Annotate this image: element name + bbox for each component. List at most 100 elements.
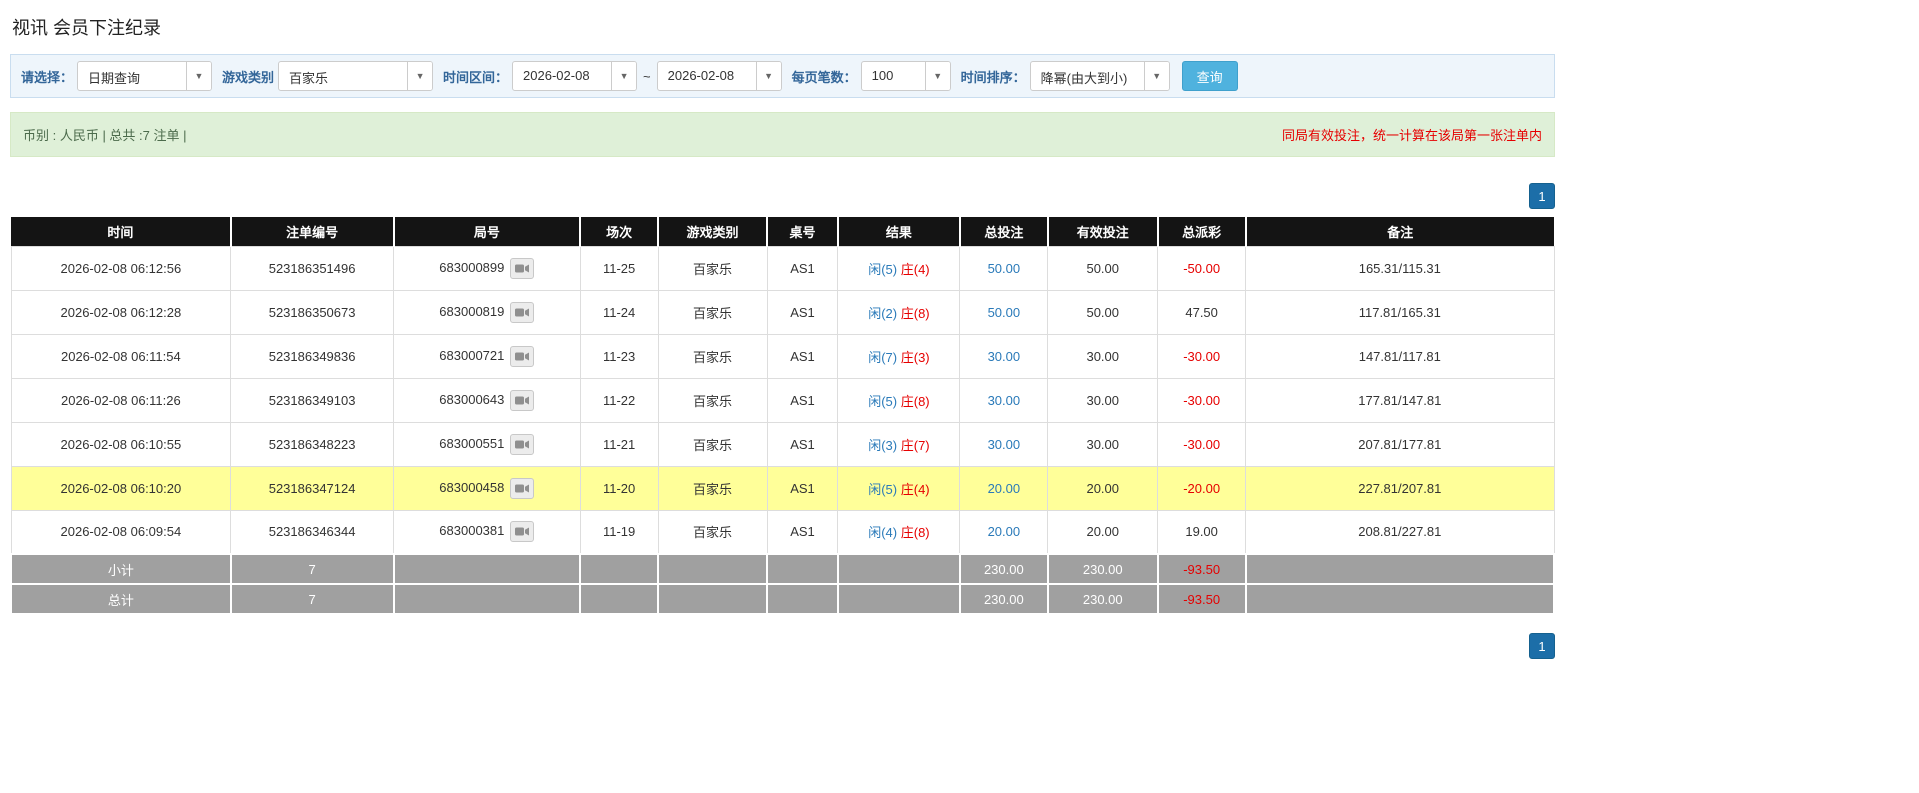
summary-bar: 币别 : 人民币 | 总共 :7 注单 | 同局有效投注，统一计算在该局第一张注… — [10, 112, 1555, 157]
video-replay-button[interactable] — [510, 521, 534, 542]
video-camera-icon — [515, 439, 529, 450]
summary-empty — [580, 584, 658, 614]
cell-bet-id: 523186349836 — [231, 334, 394, 378]
header-result: 结果 — [838, 217, 960, 246]
date-from-select[interactable]: 2026-02-08 ▼ — [512, 61, 637, 91]
summary-total-bet: 230.00 — [960, 554, 1048, 584]
cell-result: 闲(5) 庄(4) — [838, 466, 960, 510]
cell-valid-bet: 30.00 — [1048, 378, 1158, 422]
round-id-text: 683000721 — [439, 347, 504, 362]
search-button[interactable]: 查询 — [1182, 61, 1238, 91]
round-id-text: 683000819 — [439, 303, 504, 318]
result-banker: 庄(4) — [901, 262, 930, 277]
cell-table-no: AS1 — [767, 246, 838, 290]
video-camera-icon — [515, 483, 529, 494]
cell-game-type: 百家乐 — [658, 246, 767, 290]
cell-total-bet-link[interactable]: 30.00 — [960, 422, 1048, 466]
cell-note: 177.81/147.81 — [1246, 378, 1554, 422]
chevron-down-icon: ▼ — [1144, 62, 1169, 90]
pagination-top: 1 — [10, 183, 1555, 209]
cell-game-type: 百家乐 — [658, 510, 767, 554]
chevron-down-icon: ▼ — [925, 62, 950, 90]
summary-empty — [658, 584, 767, 614]
video-replay-button[interactable] — [510, 346, 534, 367]
bet-records-table: 时间 注单编号 局号 场次 游戏类别 桌号 结果 总投注 有效投注 总派彩 备注… — [10, 217, 1555, 615]
page-1-button[interactable]: 1 — [1529, 183, 1555, 209]
round-id-text: 683000458 — [439, 479, 504, 494]
result-player: 闲(3) — [868, 438, 897, 453]
date-to-select[interactable]: 2026-02-08 ▼ — [657, 61, 782, 91]
summary-empty — [394, 584, 581, 614]
summary-count: 7 — [231, 554, 394, 584]
summary-empty — [767, 554, 838, 584]
result-player: 闲(5) — [868, 482, 897, 497]
date-from-value: 2026-02-08 — [513, 62, 611, 90]
game-type-select[interactable]: 百家乐 ▼ — [278, 61, 433, 91]
summary-label: 小计 — [11, 554, 231, 584]
date-to-value: 2026-02-08 — [658, 62, 756, 90]
time-sort-select[interactable]: 降幂(由大到小) ▼ — [1030, 61, 1170, 91]
pagination-bottom: 1 — [10, 633, 1555, 659]
result-player: 闲(4) — [868, 525, 897, 540]
cell-game-type: 百家乐 — [658, 466, 767, 510]
cell-time: 2026-02-08 06:10:55 — [11, 422, 231, 466]
summary-label: 总计 — [11, 584, 231, 614]
round-id-text: 683000899 — [439, 259, 504, 274]
game-type-label: 游戏类别 — [222, 67, 274, 86]
cell-result: 闲(4) 庄(8) — [838, 510, 960, 554]
result-player: 闲(7) — [868, 350, 897, 365]
page-size-select[interactable]: 100 ▼ — [861, 61, 951, 91]
cell-table-no: AS1 — [767, 334, 838, 378]
cell-table-no: AS1 — [767, 422, 838, 466]
summary-notice: 同局有效投注，统一计算在该局第一张注单内 — [1282, 125, 1542, 144]
cell-total-bet-link[interactable]: 50.00 — [960, 290, 1048, 334]
header-table-no: 桌号 — [767, 217, 838, 246]
cell-valid-bet: 30.00 — [1048, 334, 1158, 378]
header-payout: 总派彩 — [1158, 217, 1246, 246]
summary-empty — [838, 554, 960, 584]
summary-currency-count: 币别 : 人民币 | 总共 :7 注单 | — [23, 125, 187, 144]
result-banker: 庄(8) — [901, 525, 930, 540]
summary-empty — [394, 554, 581, 584]
result-banker: 庄(3) — [901, 350, 930, 365]
video-replay-button[interactable] — [510, 390, 534, 411]
video-replay-button[interactable] — [510, 258, 534, 279]
cell-game-type: 百家乐 — [658, 422, 767, 466]
cell-time: 2026-02-08 06:09:54 — [11, 510, 231, 554]
cell-total-bet-link[interactable]: 30.00 — [960, 334, 1048, 378]
cell-valid-bet: 30.00 — [1048, 422, 1158, 466]
cell-result: 闲(3) 庄(7) — [838, 422, 960, 466]
table-header: 时间 注单编号 局号 场次 游戏类别 桌号 结果 总投注 有效投注 总派彩 备注 — [11, 217, 1554, 246]
summary-empty — [658, 554, 767, 584]
cell-round-id: 683000551 — [394, 422, 581, 466]
cell-total-bet-link[interactable]: 50.00 — [960, 246, 1048, 290]
query-type-select[interactable]: 日期查询 ▼ — [77, 61, 212, 91]
cell-session: 11-21 — [580, 422, 658, 466]
query-type-label: 请选择： — [21, 67, 73, 86]
cell-note: 147.81/117.81 — [1246, 334, 1554, 378]
summary-empty — [1246, 554, 1554, 584]
header-game-type: 游戏类别 — [658, 217, 767, 246]
chevron-down-icon: ▼ — [611, 62, 636, 90]
page-1-button[interactable]: 1 — [1529, 633, 1555, 659]
cell-result: 闲(2) 庄(8) — [838, 290, 960, 334]
cell-bet-id: 523186350673 — [231, 290, 394, 334]
page-container: 视讯 会员下注纪录 请选择： 日期查询 ▼ 游戏类别 百家乐 ▼ 时间区间： 2… — [10, 0, 1555, 659]
cell-note: 165.31/115.31 — [1246, 246, 1554, 290]
query-type-value: 日期查询 — [78, 62, 186, 90]
video-replay-button[interactable] — [510, 478, 534, 499]
cell-payout: -30.00 — [1158, 378, 1246, 422]
video-replay-button[interactable] — [510, 302, 534, 323]
video-replay-button[interactable] — [510, 434, 534, 455]
filter-bar: 请选择： 日期查询 ▼ 游戏类别 百家乐 ▼ 时间区间： 2026-02-08 … — [10, 54, 1555, 98]
cell-total-bet-link[interactable]: 20.00 — [960, 510, 1048, 554]
result-banker: 庄(8) — [901, 394, 930, 409]
cell-game-type: 百家乐 — [658, 290, 767, 334]
cell-total-bet-link[interactable]: 20.00 — [960, 466, 1048, 510]
cell-round-id: 683000381 — [394, 510, 581, 554]
cell-table-no: AS1 — [767, 378, 838, 422]
result-player: 闲(5) — [868, 262, 897, 277]
cell-session: 11-24 — [580, 290, 658, 334]
cell-total-bet-link[interactable]: 30.00 — [960, 378, 1048, 422]
cell-payout: -30.00 — [1158, 334, 1246, 378]
